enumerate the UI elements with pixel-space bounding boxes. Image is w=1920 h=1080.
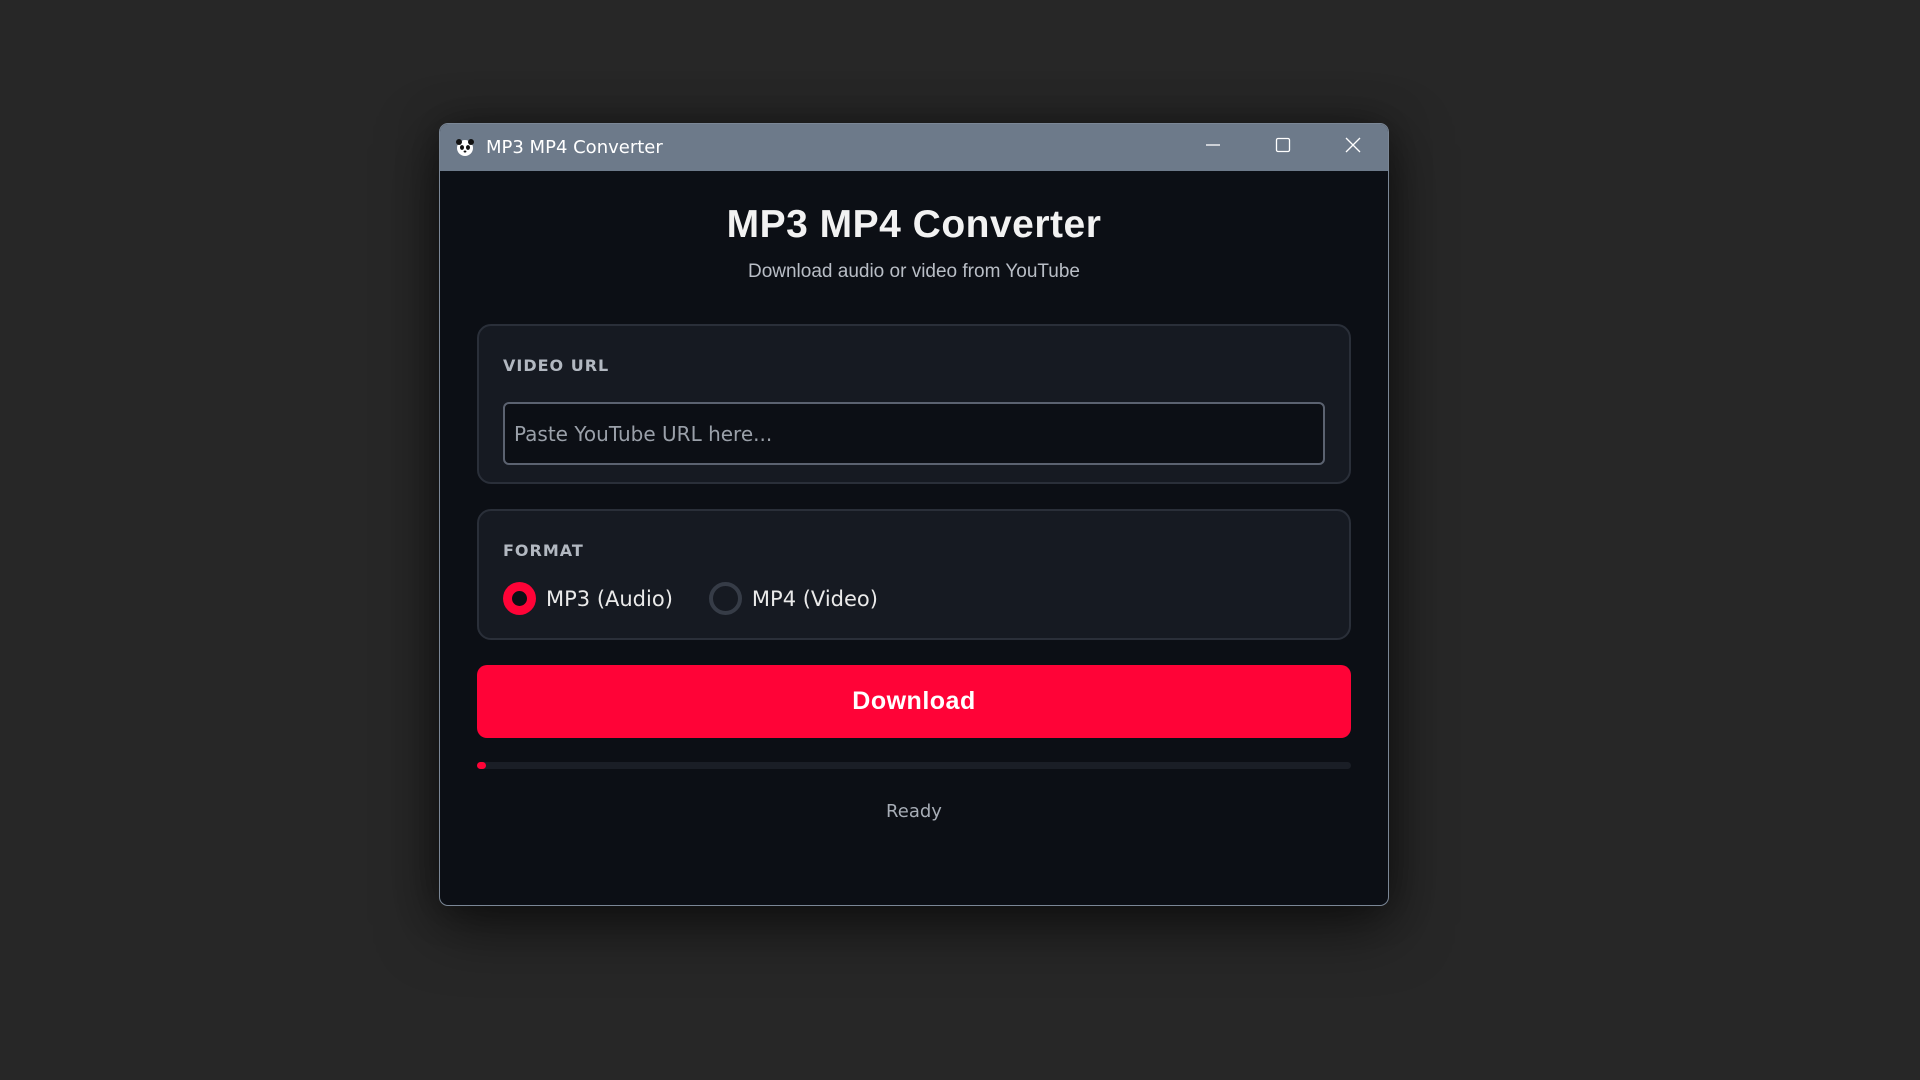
- radio-checked-icon[interactable]: [503, 582, 536, 615]
- maximize-icon: [1275, 137, 1291, 158]
- url-label: VIDEO URL: [503, 356, 610, 375]
- minimize-icon: [1205, 137, 1221, 158]
- format-card: FORMAT MP3 (Audio) MP4 (Video): [477, 509, 1351, 640]
- radio-unchecked-icon[interactable]: [708, 582, 742, 615]
- desktop: MP3 MP4 Converter MP3 MP4 Converter Down…: [0, 0, 1920, 1080]
- app-window: MP3 MP4 Converter MP3 MP4 Converter Down…: [439, 123, 1389, 906]
- close-icon: [1345, 137, 1361, 158]
- video-url-input[interactable]: [503, 402, 1325, 465]
- progress-fill: [477, 762, 486, 769]
- format-label: FORMAT: [503, 541, 584, 560]
- radio-label-mp3: MP3 (Audio): [546, 586, 673, 611]
- window-controls: [1178, 124, 1388, 171]
- window-title: MP3 MP4 Converter: [486, 137, 663, 158]
- format-radio-group: MP3 (Audio) MP4 (Video): [503, 582, 1325, 615]
- minimize-button[interactable]: [1178, 124, 1248, 171]
- radio-option-mp4[interactable]: MP4 (Video): [708, 582, 878, 615]
- progress-bar: [477, 762, 1351, 769]
- radio-label-mp4: MP4 (Video): [751, 586, 878, 611]
- page-subtitle: Download audio or video from YouTube: [747, 261, 1081, 282]
- page-title: MP3 MP4 Converter: [726, 203, 1102, 246]
- url-card: VIDEO URL: [477, 324, 1351, 484]
- title-bar[interactable]: MP3 MP4 Converter: [440, 124, 1388, 171]
- panda-logo-icon: [454, 137, 476, 159]
- maximize-button[interactable]: [1248, 124, 1318, 171]
- main-content: MP3 MP4 Converter Download audio or vide…: [440, 171, 1388, 905]
- radio-option-mp3[interactable]: MP3 (Audio): [503, 582, 673, 615]
- download-button[interactable]: Download: [477, 665, 1351, 738]
- close-button[interactable]: [1318, 124, 1388, 171]
- status-text: Ready: [886, 801, 942, 822]
